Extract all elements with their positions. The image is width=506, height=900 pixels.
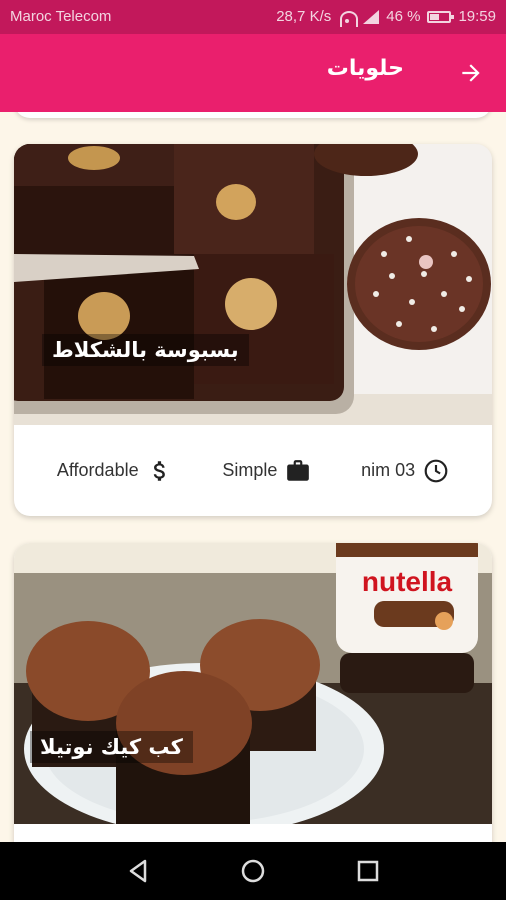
clock-icon bbox=[423, 458, 449, 484]
recents-square-icon[interactable] bbox=[354, 857, 382, 885]
wifi-icon bbox=[338, 10, 356, 24]
recipe-meta: Affordable Simple 30 min bbox=[14, 425, 492, 516]
recipe-image: بسبوسة بالشكلاط bbox=[14, 144, 492, 425]
recipe-complexity: Simple bbox=[222, 458, 311, 484]
recipe-card[interactable]: nutella كب كيك نوتيلا bbox=[14, 543, 492, 842]
duration-label: 30 min bbox=[361, 460, 416, 480]
jar-label: nutella bbox=[362, 566, 453, 597]
page-title: حلويات bbox=[326, 56, 404, 81]
affordability-label: Affordable bbox=[56, 460, 139, 480]
recipe-image: nutella كب كيك نوتيلا bbox=[14, 543, 492, 824]
briefcase-icon bbox=[285, 458, 311, 484]
clock: 19:59 bbox=[458, 8, 496, 25]
battery-icon bbox=[427, 10, 455, 23]
complexity-label: Simple bbox=[222, 460, 278, 480]
home-circle-icon[interactable] bbox=[239, 857, 267, 885]
recipe-title: بسبوسة بالشكلاط bbox=[42, 334, 249, 366]
status-bar: Maroc Telecom 28,7 K/s 46 % 19:59 bbox=[0, 0, 506, 34]
carrier-name: Maroc Telecom bbox=[10, 8, 112, 25]
signal-icon bbox=[363, 9, 380, 24]
recipe-title: كب كيك نوتيلا bbox=[30, 731, 193, 763]
battery-percent: 46 % bbox=[386, 8, 421, 25]
back-triangle-icon[interactable] bbox=[124, 857, 152, 885]
recipe-list[interactable]: بسبوسة بالشكلاط Affordable Simple 30 min bbox=[0, 112, 506, 842]
app-bar: حلويات bbox=[0, 34, 506, 112]
previous-card-edge bbox=[14, 112, 492, 118]
recipe-duration: 30 min bbox=[361, 458, 449, 484]
arrow-right-icon[interactable] bbox=[458, 60, 484, 86]
network-speed: 28,7 K/s bbox=[276, 8, 332, 25]
recipe-affordability: Affordable bbox=[57, 458, 173, 484]
dollar-icon bbox=[147, 458, 173, 484]
recipe-card[interactable]: بسبوسة بالشكلاط Affordable Simple 30 min bbox=[14, 144, 492, 516]
system-nav-bar bbox=[0, 842, 506, 900]
